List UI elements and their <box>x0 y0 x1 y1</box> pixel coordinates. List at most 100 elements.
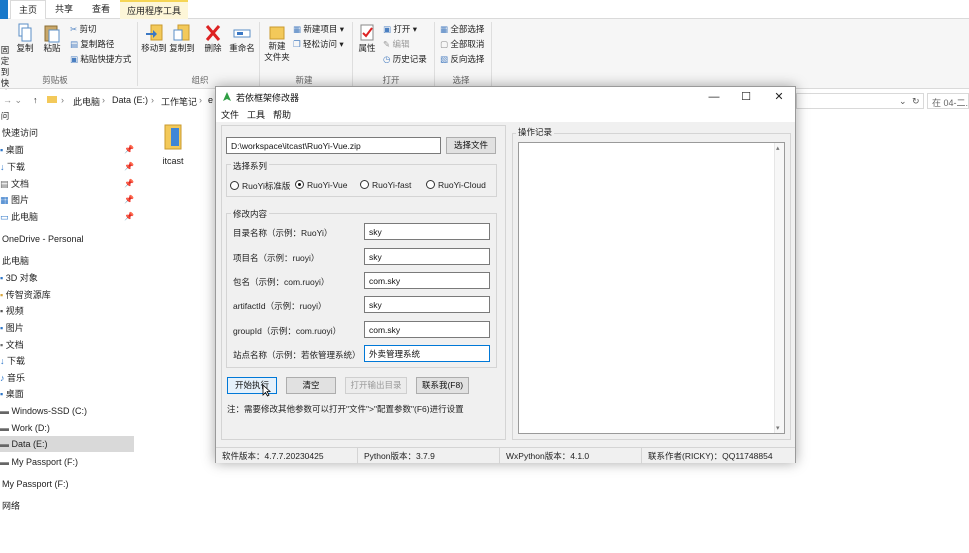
search-input[interactable]: 在 04-二... <box>927 93 969 109</box>
radio-ruoyi-cloud[interactable]: RuoYi-Cloud <box>426 180 486 190</box>
paste-shortcut-button[interactable]: ▣ 粘贴快捷方式 <box>70 53 131 65</box>
select-none-icon: ▢ <box>440 39 449 49</box>
minimize-button[interactable]: — <box>702 89 726 105</box>
maximize-button[interactable]: ☐ <box>734 89 758 105</box>
log-scrollbar[interactable]: ▴ ▾ <box>774 143 784 433</box>
tab-share[interactable]: 共享 <box>48 0 80 19</box>
cut-button[interactable]: ✂ 剪切 <box>70 23 97 35</box>
invert-selection-button[interactable]: ▧ 反向选择 <box>440 53 484 65</box>
scroll-up-icon[interactable]: ▴ <box>776 144 780 152</box>
nav-item-label: 桌面 <box>5 145 24 155</box>
address-input[interactable]: ⌄ ↻ <box>796 93 924 109</box>
nav-item-label: 下载 <box>7 162 26 172</box>
scroll-down-icon[interactable]: ▾ <box>776 424 780 432</box>
nav-item[interactable]: ▭ 此电脑 <box>0 209 38 225</box>
nav-item[interactable]: ↓ 下载 <box>0 159 25 175</box>
breadcrumb-notes[interactable]: 工作笔记 <box>161 95 197 108</box>
history-label: 历史记录 <box>392 54 427 64</box>
easy-access-icon: ❐ <box>293 39 301 49</box>
breadcrumb-cut[interactable]: e <box>208 95 213 105</box>
nav-item[interactable]: ▪ 传智资源库 <box>0 287 51 303</box>
up-arrow-icon[interactable]: ↑ <box>33 95 38 105</box>
tab-app-tools[interactable]: 应用程序工具 <box>120 0 188 19</box>
group-input[interactable]: com.sky <box>364 321 490 338</box>
folder-icon <box>47 94 57 106</box>
radio-ruoyi-standard[interactable]: RuoYi标准版 <box>230 180 290 192</box>
nav-network[interactable]: 网络 <box>2 498 20 514</box>
copy-button[interactable]: 复制 <box>14 23 36 54</box>
clear-button[interactable]: 清空 <box>286 377 336 394</box>
package-input[interactable]: com.sky <box>364 272 490 289</box>
breadcrumb-this-pc[interactable]: 此电脑 <box>73 95 100 108</box>
open-button[interactable]: ▣ 打开 ▾ <box>383 23 417 35</box>
artifact-input[interactable]: sky <box>364 296 490 313</box>
nav-drive-selected[interactable]: ▬ Data (E:) <box>0 436 134 452</box>
invert-selection-icon: ▧ <box>440 54 449 64</box>
dialog-titlebar[interactable]: 若依框架修改器 — ☐ ✕ <box>216 87 795 107</box>
ribbon-separator <box>434 22 435 86</box>
nav-item[interactable]: ▪ 图片 <box>0 320 24 336</box>
file-item[interactable]: itcast <box>157 124 189 166</box>
project-input[interactable]: sky <box>364 248 490 265</box>
zip-path-input[interactable]: D:\workspace\itcast\RuoYi-Vue.zip <box>226 137 441 154</box>
dropdown-chevron-icon[interactable]: ⌄ <box>899 96 907 107</box>
close-button[interactable]: ✕ <box>767 89 791 105</box>
refresh-icon[interactable]: ↻ <box>912 96 920 107</box>
document-icon: ▤ <box>0 179 9 189</box>
rename-button[interactable]: 重命名 <box>228 23 256 54</box>
pin-icon[interactable]: 📌 <box>124 212 134 221</box>
nav-item[interactable]: ▦ 图片 <box>0 192 29 208</box>
select-none-button[interactable]: ▢ 全部取消 <box>440 38 484 50</box>
select-all-button[interactable]: ▦ 全部选择 <box>440 23 484 35</box>
choose-file-button[interactable]: 选择文件 <box>446 137 496 154</box>
nav-item[interactable]: ▪ 3D 对象 <box>0 270 38 286</box>
nav-quick-access[interactable]: 快速访问 <box>2 125 38 141</box>
nav-item[interactable]: ♪ 音乐 <box>0 370 25 386</box>
sitename-input[interactable]: 外卖管理系统 <box>364 345 490 362</box>
nav-this-pc[interactable]: 此电脑 <box>2 253 29 269</box>
nav-arrows[interactable]: → ⌄ <box>3 95 22 106</box>
nav-item[interactable]: ↓ 下载 <box>0 353 25 369</box>
history-icon: ◷ <box>383 54 391 64</box>
nav-item[interactable]: ▪ 桌面 <box>0 142 24 158</box>
nav-item-label: 此电脑 <box>11 212 39 222</box>
nav-item[interactable]: ▪ 文档 <box>0 337 24 353</box>
nav-item[interactable]: ▪ 视频 <box>0 303 24 319</box>
nav-drive[interactable]: ▬ Windows-SSD (C:) <box>0 403 87 419</box>
pin-icon[interactable]: 📌 <box>124 195 134 204</box>
nav-drive[interactable]: ▬ Work (D:) <box>0 420 50 436</box>
open-output-button[interactable]: 打开输出目录 <box>345 377 407 394</box>
radio-ruoyi-vue[interactable]: RuoYi-Vue <box>295 180 347 190</box>
dirname-input[interactable]: sky <box>364 223 490 240</box>
radio-ruoyi-fast[interactable]: RuoYi-fast <box>360 180 411 190</box>
copy-path-button[interactable]: ▤ 复制路径 <box>70 38 114 50</box>
rename-icon <box>233 29 251 38</box>
pin-icon[interactable]: 📌 <box>124 145 134 154</box>
easy-access-button[interactable]: ❐ 轻松访问 ▾ <box>293 38 344 50</box>
paste-button[interactable]: 粘贴 <box>40 23 64 54</box>
file-tab[interactable] <box>0 0 8 19</box>
tab-home[interactable]: 主页 <box>10 0 46 20</box>
new-folder-button[interactable]: 新建 文件夹 <box>262 23 292 63</box>
pin-icon[interactable]: 📌 <box>124 179 134 188</box>
contact-button[interactable]: 联系我(F8) <box>416 377 469 394</box>
copy-to-button[interactable]: 复制到 <box>169 23 195 54</box>
menu-tools[interactable]: 工具 <box>247 108 265 121</box>
nav-item[interactable]: ▪ 桌面 <box>0 386 24 402</box>
history-button[interactable]: ◷ 历史记录 <box>383 53 427 65</box>
new-item-button[interactable]: ▦ 新建项目 ▾ <box>293 23 344 35</box>
nav-my-passport[interactable]: My Passport (F:) <box>2 476 69 492</box>
menu-file[interactable]: 文件 <box>221 108 239 121</box>
nav-item[interactable]: ▤ 文档 <box>0 176 29 192</box>
tab-view[interactable]: 查看 <box>84 0 118 19</box>
breadcrumb-data-e[interactable]: Data (E:) <box>112 95 148 105</box>
delete-button[interactable]: 删除 <box>202 23 224 54</box>
menu-help[interactable]: 帮助 <box>273 108 291 121</box>
log-textarea[interactable]: ▴ ▾ <box>518 142 785 434</box>
properties-button[interactable]: 属性 <box>355 23 379 54</box>
move-to-button[interactable]: 移动到 <box>141 23 167 54</box>
nav-drive[interactable]: ▬ My Passport (F:) <box>0 454 78 470</box>
pin-icon[interactable]: 📌 <box>124 162 134 171</box>
nav-onedrive[interactable]: OneDrive - Personal <box>2 231 84 247</box>
edit-button[interactable]: ✎ 编辑 <box>383 38 410 50</box>
